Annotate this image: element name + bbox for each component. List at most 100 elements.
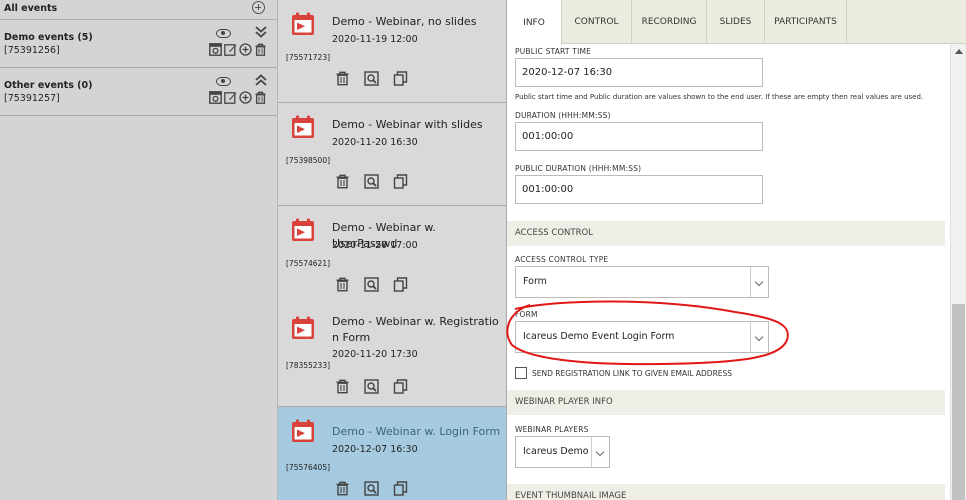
event-date: 2020-11-20 17:30 — [332, 349, 418, 360]
copy-icon[interactable] — [393, 174, 408, 189]
event-id: [75571723] — [286, 53, 331, 62]
event-actions — [335, 71, 408, 86]
trash-icon[interactable] — [335, 481, 350, 496]
preview-icon[interactable] — [364, 71, 379, 86]
event-group-other[interactable]: Other events (0) [75391257] — [0, 69, 277, 116]
image-icon[interactable] — [209, 91, 222, 104]
trash-icon[interactable] — [335, 379, 350, 394]
event-list: Demo - Webinar, no slides 2020-11-19 12:… — [278, 0, 507, 500]
form-select[interactable]: Icareus Demo Event Login Form — [515, 321, 769, 353]
tab-participants[interactable]: Participants — [765, 0, 847, 44]
access-control-section: Access control — [507, 221, 945, 246]
event-id: [75574621] — [286, 259, 331, 268]
access-control-type-label: Access control type — [515, 255, 609, 264]
copy-icon[interactable] — [393, 277, 408, 292]
public-values-hint: Public start time and Public duration ar… — [515, 93, 924, 101]
scrollbar-thumb[interactable] — [952, 304, 965, 500]
trash-icon[interactable] — [254, 91, 267, 104]
event-actions — [335, 481, 408, 496]
edit-icon[interactable] — [224, 43, 237, 56]
event-card[interactable]: Demo - Webinar w. Registration Form 2020… — [278, 304, 507, 407]
chevron-down-icon[interactable] — [591, 437, 609, 467]
preview-icon[interactable] — [364, 174, 379, 189]
event-title: Demo - Webinar w. Registration Form — [332, 315, 499, 344]
add-circle-icon[interactable] — [239, 43, 252, 56]
calendar-icon — [292, 218, 314, 241]
event-date: 2020-12-07 16:30 — [332, 444, 418, 455]
event-card[interactable]: Demo - Webinar, no slides 2020-11-19 12:… — [278, 0, 507, 103]
event-groups-panel: All events Demo events (5) [75391256] Ot… — [0, 0, 278, 500]
event-actions — [335, 277, 408, 292]
detail-tabs: Info Control Recording Slides Participan… — [507, 0, 966, 45]
event-title: Demo - Webinar, no slides — [332, 15, 477, 28]
trash-icon[interactable] — [254, 43, 267, 56]
event-card[interactable]: Demo - Webinar with slides 2020-11-20 16… — [278, 103, 507, 206]
details-scrollbar[interactable] — [950, 44, 966, 500]
eye-icon[interactable] — [216, 29, 231, 38]
add-circle-icon[interactable] — [239, 91, 252, 104]
calendar-icon — [292, 115, 314, 138]
event-actions — [335, 379, 408, 394]
event-group-demo[interactable]: Demo events (5) [75391256] — [0, 21, 277, 68]
tab-slides[interactable]: Slides — [707, 0, 765, 44]
preview-icon[interactable] — [364, 379, 379, 394]
event-card-selected[interactable]: Demo - Webinar w. Login Form 2020-12-07 … — [278, 407, 507, 500]
calendar-icon — [292, 12, 314, 35]
public-start-time-input[interactable]: 2020-12-07 16:30 — [515, 58, 763, 87]
trash-icon[interactable] — [335, 71, 350, 86]
event-actions — [335, 174, 408, 189]
all-events-label: All events — [4, 3, 58, 14]
event-date: 2020-11-20 16:30 — [332, 137, 418, 148]
event-title: Demo - Webinar w. Login Form — [332, 425, 501, 438]
trash-icon[interactable] — [335, 174, 350, 189]
webinar-players-select[interactable]: Icareus Demo Webinar Player — [515, 436, 610, 468]
event-id: [78355233] — [286, 361, 331, 370]
group-id: [75391257] — [4, 93, 60, 104]
group-name: Other events (0) — [4, 80, 93, 91]
event-card[interactable]: Demo - Webinar w. UserPasswd 2020-11-20 … — [278, 206, 507, 309]
tab-info[interactable]: Info — [507, 0, 562, 45]
webinar-player-section: Webinar player info — [507, 390, 945, 415]
event-title: Demo - Webinar with slides — [332, 118, 483, 131]
form-label: Form — [515, 310, 538, 319]
public-start-time-label: Public start time — [515, 47, 592, 56]
copy-icon[interactable] — [393, 71, 408, 86]
duration-input[interactable]: 001:00:00 — [515, 122, 763, 151]
image-icon[interactable] — [209, 43, 222, 56]
preview-icon[interactable] — [364, 481, 379, 496]
expand-double-chevron-up-icon[interactable] — [254, 73, 268, 87]
access-control-type-select[interactable]: Form — [515, 266, 769, 298]
eye-icon[interactable] — [216, 77, 231, 86]
copy-icon[interactable] — [393, 379, 408, 394]
event-date: 2020-11-20 17:00 — [332, 240, 418, 251]
send-registration-link-label: Send registration link to given email ad… — [532, 369, 733, 378]
trash-icon[interactable] — [335, 277, 350, 292]
collapse-double-chevron-down-icon[interactable] — [254, 25, 268, 39]
event-details-panel: Info Control Recording Slides Participan… — [507, 0, 966, 500]
calendar-icon — [292, 419, 314, 442]
webinar-players-label: Webinar players — [515, 425, 589, 434]
chevron-down-icon[interactable] — [750, 322, 768, 352]
preview-icon[interactable] — [364, 277, 379, 292]
group-id: [75391256] — [4, 45, 60, 56]
event-date: 2020-11-19 12:00 — [332, 34, 418, 45]
send-registration-link-checkbox[interactable] — [515, 367, 527, 379]
edit-icon[interactable] — [224, 91, 237, 104]
public-duration-input[interactable]: 001:00:00 — [515, 175, 763, 204]
copy-icon[interactable] — [393, 481, 408, 496]
calendar-icon — [292, 316, 314, 339]
add-group-icon[interactable] — [252, 1, 265, 14]
scroll-up-arrow-icon[interactable] — [955, 49, 963, 54]
group-actions — [209, 91, 267, 105]
group-actions — [209, 43, 267, 57]
form-select-value: Icareus Demo Event Login Form — [523, 331, 675, 342]
tab-recording[interactable]: Recording — [632, 0, 707, 44]
group-name: Demo events (5) — [4, 32, 93, 43]
duration-label: Duration (HHH:MM:SS) — [515, 111, 611, 120]
chevron-down-icon[interactable] — [750, 267, 768, 297]
event-id: [75398500] — [286, 156, 331, 165]
all-events-header[interactable]: All events — [0, 0, 277, 20]
event-id: [75576405] — [286, 463, 331, 472]
tab-control[interactable]: Control — [562, 0, 632, 44]
event-thumbnail-section: Event thumbnail image — [507, 484, 945, 500]
